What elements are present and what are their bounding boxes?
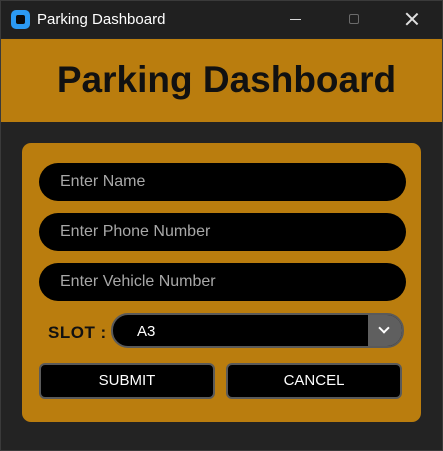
header-banner: Parking Dashboard [1, 39, 442, 122]
form-panel: Enter Name Enter Phone Number Enter Vehi… [22, 143, 421, 422]
window-title: Parking Dashboard [37, 11, 166, 28]
minimize-button[interactable] [273, 1, 319, 38]
slot-label: SLOT : [48, 323, 107, 342]
close-button[interactable] [389, 1, 435, 38]
app-window: Parking Dashboard Parking Dashboard Ente… [0, 0, 443, 451]
phone-input[interactable]: Enter Phone Number [39, 213, 406, 251]
chevron-down-icon[interactable] [368, 315, 402, 346]
app-icon [11, 10, 30, 29]
submit-button[interactable]: SUBMIT [39, 363, 215, 399]
title-bar[interactable]: Parking Dashboard [1, 1, 442, 38]
slot-selected-value: A3 [137, 323, 156, 340]
close-icon [405, 12, 419, 26]
cancel-button[interactable]: CANCEL [226, 363, 402, 399]
vehicle-number-input[interactable]: Enter Vehicle Number [39, 263, 406, 301]
maximize-icon [349, 14, 359, 24]
minimize-icon [290, 19, 301, 20]
slot-dropdown[interactable]: A3 [111, 313, 404, 348]
maximize-button[interactable] [331, 1, 377, 38]
name-input[interactable]: Enter Name [39, 163, 406, 201]
page-title: Parking Dashboard [56, 59, 397, 100]
